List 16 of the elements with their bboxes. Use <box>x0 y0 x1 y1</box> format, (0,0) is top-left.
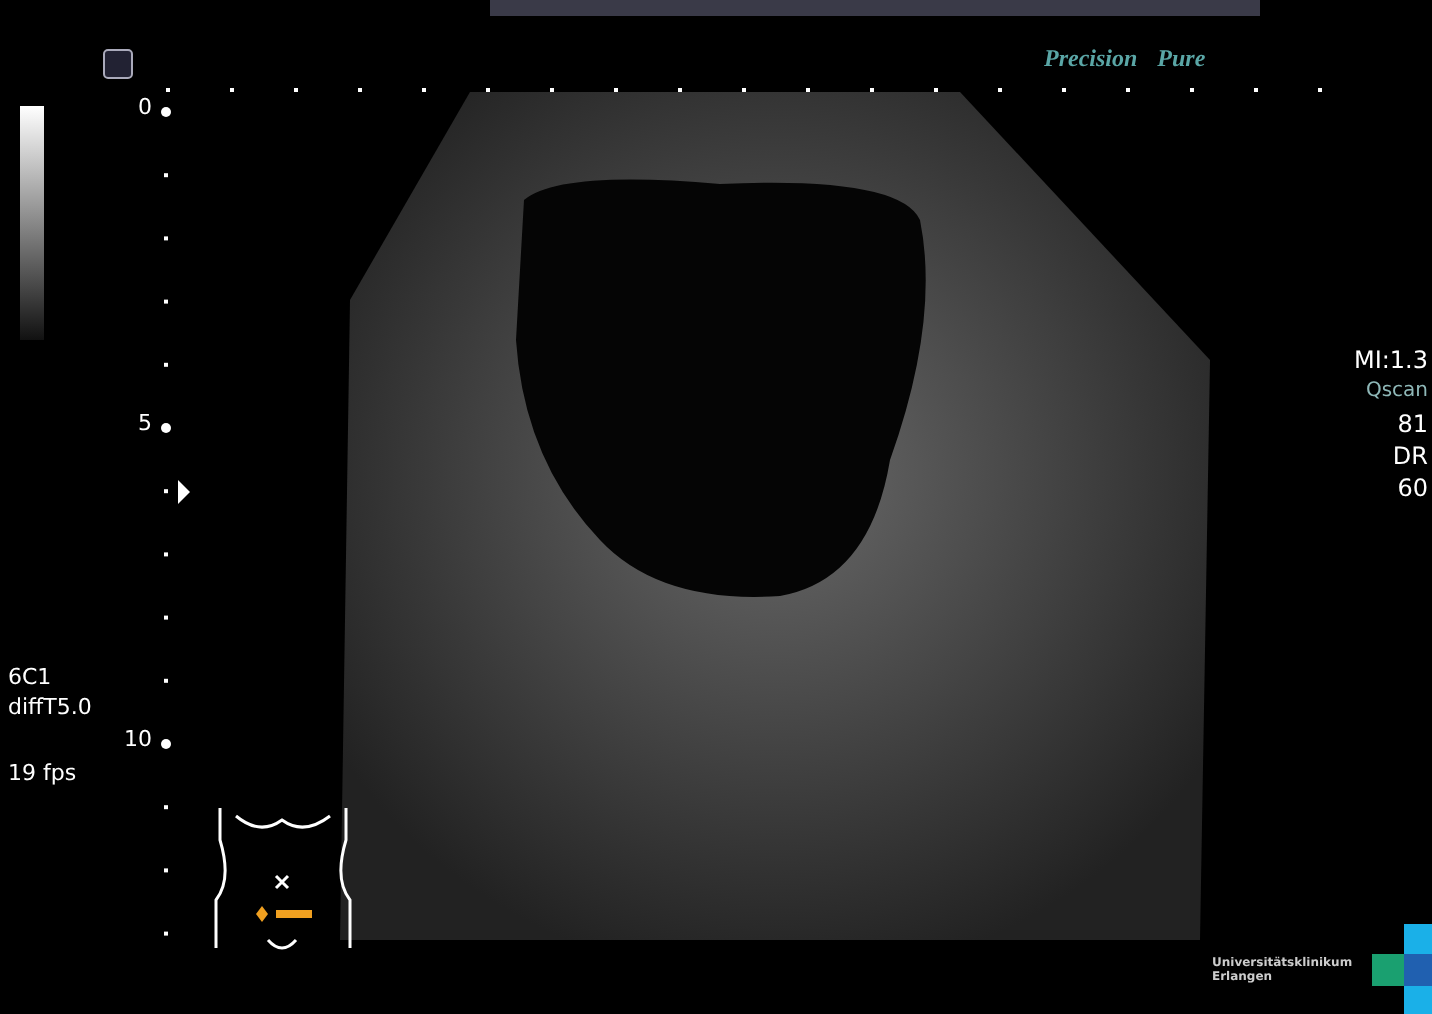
institution-logo-icon <box>1372 924 1432 1014</box>
readout-value: DR <box>1392 440 1428 472</box>
readout-label: Qscan <box>1365 378 1428 406</box>
brand-logo-text: Pure <box>1157 44 1206 74</box>
depth-label: 10 <box>122 726 152 754</box>
depth-label: 5 <box>136 410 152 438</box>
focus-marker-icon <box>178 480 190 504</box>
readout-value: 60 <box>1397 472 1428 504</box>
readout-value: 81 <box>1397 408 1428 440</box>
body-marker-drawing <box>214 806 352 950</box>
probe-info: diffT5.0 <box>8 692 92 722</box>
probe-info: 6C1 <box>8 662 54 692</box>
readout-value: MI:1.3 <box>1353 344 1428 376</box>
frame-rate: 19 fps <box>8 758 79 788</box>
brand-logo-text: Precision <box>1044 44 1138 74</box>
depth-label: 0 <box>136 94 152 122</box>
